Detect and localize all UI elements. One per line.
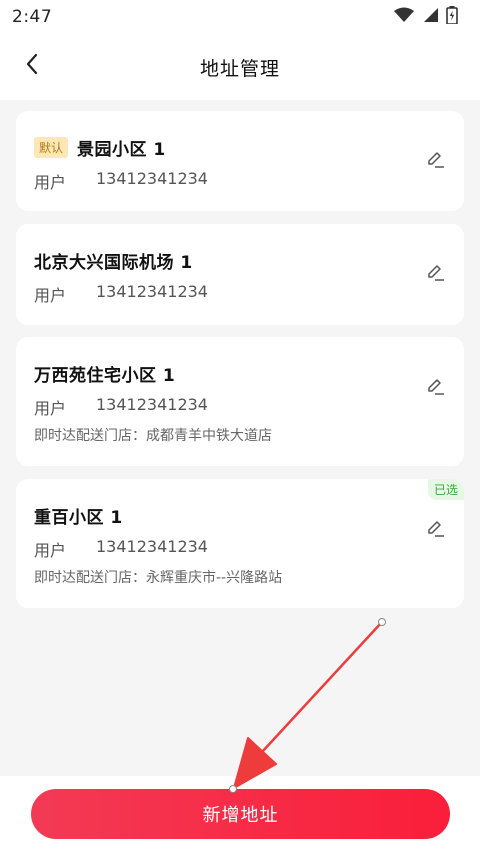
- address-card[interactable]: 已选 重百小区 1 用户 13412341234 即时达配送门店：永辉重庆市--…: [16, 479, 464, 608]
- edit-button[interactable]: [424, 149, 448, 173]
- add-address-button[interactable]: 新增地址: [31, 789, 450, 839]
- edit-icon: [426, 518, 446, 542]
- address-card[interactable]: 北京大兴国际机场 1 用户 13412341234: [16, 224, 464, 325]
- address-title: 万西苑住宅小区 1: [34, 366, 176, 386]
- battery-icon: [446, 6, 458, 28]
- address-card[interactable]: 万西苑住宅小区 1 用户 13412341234 即时达配送门店：成都青羊中铁大…: [16, 337, 464, 466]
- status-time: 2:47: [12, 7, 53, 27]
- edit-icon: [426, 376, 446, 400]
- contact-line: 用户 13412341234: [34, 395, 208, 419]
- default-badge: 默认: [34, 137, 69, 158]
- contact-name: 用户: [34, 173, 67, 192]
- address-title: 景园小区 1: [77, 140, 166, 160]
- edit-icon: [426, 262, 446, 286]
- delivery-store: 即时达配送门店：成都青羊中铁大道店: [34, 428, 272, 444]
- contact-phone: 13412341234: [96, 169, 208, 188]
- nav-bar: 地址管理: [0, 34, 480, 100]
- address-title: 重百小区 1: [34, 508, 123, 528]
- contact-phone: 13412341234: [96, 395, 208, 414]
- bottom-bar: 新增地址: [0, 776, 480, 853]
- address-card[interactable]: 默认 景园小区 1 用户 13412341234: [16, 111, 464, 211]
- contact-name: 用户: [34, 399, 67, 418]
- status-icons: [394, 6, 458, 28]
- selected-badge: 已选: [427, 479, 464, 500]
- back-button[interactable]: [16, 50, 48, 82]
- chevron-left-icon: [25, 53, 39, 79]
- address-title: 北京大兴国际机场 1: [34, 253, 193, 273]
- wifi-icon: [394, 7, 414, 27]
- contact-phone: 13412341234: [96, 282, 208, 301]
- signal-icon: [422, 7, 438, 27]
- contact-line: 用户 13412341234: [34, 282, 208, 306]
- edit-button[interactable]: [424, 376, 448, 400]
- delivery-store: 即时达配送门店：永辉重庆市--兴隆路站: [34, 570, 283, 586]
- contact-line: 用户 13412341234: [34, 537, 208, 561]
- page-title: 地址管理: [199, 57, 280, 80]
- contact-name: 用户: [34, 541, 67, 560]
- contact-name: 用户: [34, 286, 67, 305]
- edit-button[interactable]: [424, 262, 448, 286]
- edit-button[interactable]: [424, 518, 448, 542]
- status-bar: 2:47: [0, 0, 480, 34]
- contact-line: 用户 13412341234: [34, 169, 208, 193]
- contact-phone: 13412341234: [96, 537, 208, 556]
- edit-icon: [426, 149, 446, 173]
